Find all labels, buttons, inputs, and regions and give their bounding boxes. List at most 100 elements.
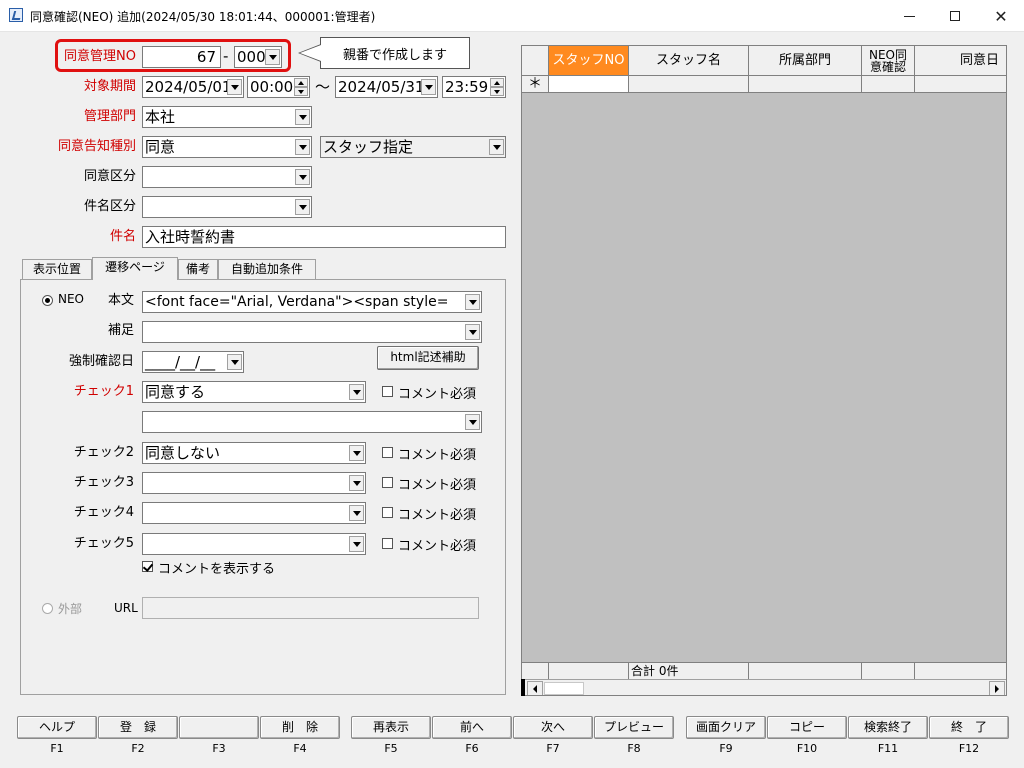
grid-footer-cell [749, 662, 862, 679]
spin-up-icon[interactable] [490, 78, 504, 87]
check2-select[interactable]: 同意しない [142, 442, 366, 464]
chevron-down-icon[interactable] [349, 536, 364, 552]
check4-comment-required-checkbox[interactable] [382, 507, 393, 518]
check2-comment-required-checkbox[interactable] [382, 447, 393, 458]
exit-button[interactable]: 終 了 [929, 716, 1009, 739]
body-select[interactable]: <font face="Arial, Verdana"><span style= [142, 291, 482, 313]
clear-screen-button[interactable]: 画面クリア [686, 716, 766, 739]
spinner[interactable] [294, 78, 308, 96]
grid-cell[interactable] [549, 76, 629, 93]
copy-button[interactable]: コピー [767, 716, 847, 739]
chevron-down-icon[interactable] [489, 139, 504, 155]
period-to-date[interactable]: 2024/05/31 [335, 76, 438, 98]
grid-cell[interactable] [915, 76, 1006, 93]
period-to-date-value: 2024/05/31 [338, 78, 425, 96]
end-search-button[interactable]: 検索終了 [848, 716, 928, 739]
prev-button[interactable]: 前へ [432, 716, 512, 739]
html-assist-button[interactable]: html記述補助 [377, 346, 479, 370]
url-input[interactable] [142, 597, 479, 619]
spin-down-icon[interactable] [490, 87, 504, 96]
chevron-down-icon[interactable] [349, 445, 364, 461]
grid-footer-cell [549, 662, 629, 679]
supp-select[interactable] [142, 321, 482, 343]
spinner[interactable] [490, 78, 504, 96]
consent-cat-select[interactable] [142, 166, 312, 188]
grid-cell[interactable] [749, 76, 862, 93]
highlight-box [55, 39, 291, 72]
grid-header-staff-name[interactable]: スタッフ名 [629, 46, 749, 76]
refresh-button[interactable]: 再表示 [351, 716, 431, 739]
grid-header-dept[interactable]: 所属部門 [749, 46, 862, 76]
check5-select[interactable] [142, 533, 366, 555]
next-button[interactable]: 次へ [513, 716, 593, 739]
check4-select[interactable] [142, 502, 366, 524]
delete-button[interactable]: 削 除 [260, 716, 340, 739]
period-from-date[interactable]: 2024/05/01 [142, 76, 244, 98]
period-from-time[interactable]: 00:00 [247, 76, 310, 98]
spin-down-icon[interactable] [294, 87, 308, 96]
chevron-down-icon[interactable] [465, 324, 480, 340]
callout-note: 親番で作成します [320, 37, 470, 69]
grid-footer-cell [522, 662, 549, 679]
grid-header-neo-consent[interactable]: NEO同意確認 [862, 46, 915, 76]
chevron-down-icon[interactable] [349, 384, 364, 400]
chevron-down-icon[interactable] [227, 354, 242, 370]
check3-comment-required-checkbox[interactable] [382, 477, 393, 488]
chevron-down-icon[interactable] [349, 475, 364, 491]
staff-spec-select[interactable]: スタッフ指定 [320, 136, 506, 158]
minimize-button[interactable] [886, 0, 932, 32]
show-comment-checkbox[interactable] [142, 561, 153, 572]
notice-type-label: 同意告知種別 [57, 139, 136, 154]
horizontal-scrollbar[interactable] [522, 679, 1006, 695]
body-label: 本文 [107, 293, 134, 308]
help-button[interactable]: ヘルプ [17, 716, 97, 739]
check1-select[interactable]: 同意する [142, 381, 366, 403]
scroll-left-icon[interactable] [527, 681, 543, 695]
force-date-input[interactable]: ____/__/__ [142, 351, 244, 373]
subject-cat-select[interactable] [142, 196, 312, 218]
register-button[interactable]: 登 録 [98, 716, 178, 739]
check1-sub-select[interactable] [142, 411, 482, 433]
scroll-right-icon[interactable] [989, 681, 1005, 695]
grid-header-staff-no[interactable]: スタッフNO [549, 46, 629, 76]
chevron-down-icon[interactable] [465, 414, 480, 430]
chevron-down-icon[interactable] [295, 169, 310, 185]
check1-comment-required-checkbox[interactable] [382, 386, 393, 397]
chevron-down-icon[interactable] [295, 109, 310, 125]
dept-value: 本社 [145, 108, 176, 126]
close-button[interactable]: ✕ [978, 0, 1024, 32]
chevron-down-icon[interactable] [421, 79, 436, 95]
chevron-down-icon[interactable] [349, 505, 364, 521]
chevron-down-icon[interactable] [295, 139, 310, 155]
grid-total: 合計 0件 [629, 662, 749, 679]
check3-select[interactable] [142, 472, 366, 494]
scroll-thumb[interactable] [544, 682, 584, 695]
staff-grid[interactable]: スタッフNO スタッフ名 所属部門 NEO同意確認 同意日 ＊ 合計 0件 [521, 45, 1007, 696]
notice-type-value: 同意 [145, 138, 176, 156]
period-to-time[interactable]: 23:59 [442, 76, 506, 98]
tab-auto-add-conditions[interactable]: 自動追加条件 [218, 259, 316, 279]
f3-button[interactable] [179, 716, 259, 739]
grid-cell[interactable] [862, 76, 915, 93]
chevron-down-icon[interactable] [227, 79, 242, 95]
subject-input[interactable]: 入社時誓約書 [142, 226, 506, 248]
preview-button[interactable]: プレビュー [594, 716, 674, 739]
spin-up-icon[interactable] [294, 78, 308, 87]
maximize-button[interactable] [932, 0, 978, 32]
fkey-label: F10 [796, 742, 818, 755]
chevron-down-icon[interactable] [465, 294, 480, 310]
maximize-icon [950, 11, 960, 21]
neo-radio[interactable] [42, 295, 53, 306]
external-radio[interactable] [42, 603, 53, 614]
check5-comment-required-checkbox[interactable] [382, 538, 393, 549]
grid-footer-cell [862, 662, 915, 679]
tab-display-position[interactable]: 表示位置 [22, 259, 92, 279]
grid-header-consent-date[interactable]: 同意日 [915, 46, 1006, 76]
dept-select[interactable]: 本社 [142, 106, 312, 128]
callout-tail-fill [300, 45, 321, 61]
notice-type-select[interactable]: 同意 [142, 136, 312, 158]
tab-transition-page[interactable]: 遷移ページ [92, 257, 178, 280]
grid-cell[interactable] [629, 76, 749, 93]
chevron-down-icon[interactable] [295, 199, 310, 215]
tab-remarks[interactable]: 備考 [178, 259, 218, 279]
